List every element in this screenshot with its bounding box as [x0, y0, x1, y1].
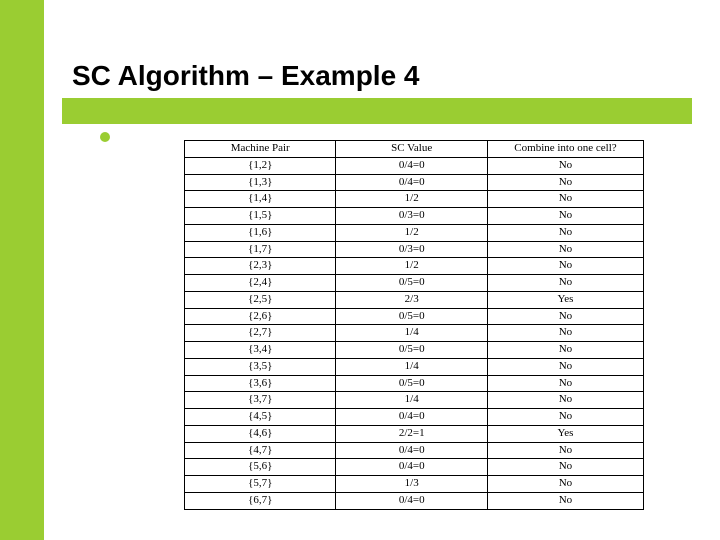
sc-table: Machine Pair SC Value Combine into one c…	[184, 140, 644, 510]
header-combine: Combine into one cell?	[487, 141, 643, 158]
cell-pair: {1,6}	[185, 224, 336, 241]
cell-combine: No	[487, 459, 643, 476]
table-header-row: Machine Pair SC Value Combine into one c…	[185, 141, 644, 158]
cell-scv: 0/3=0	[336, 208, 487, 225]
cell-pair: {1,4}	[185, 191, 336, 208]
cell-pair: {2,6}	[185, 308, 336, 325]
table-row: {3,6}0/5=0No	[185, 375, 644, 392]
cell-pair: {2,7}	[185, 325, 336, 342]
cell-combine: No	[487, 258, 643, 275]
table-row: {3,7}1/4No	[185, 392, 644, 409]
cell-combine: No	[487, 492, 643, 509]
sc-table-container: Machine Pair SC Value Combine into one c…	[184, 140, 644, 510]
table-row: {3,5}1/4No	[185, 358, 644, 375]
cell-pair: {2,5}	[185, 291, 336, 308]
cell-scv: 1/2	[336, 224, 487, 241]
header-sc-value: SC Value	[336, 141, 487, 158]
cell-scv: 1/2	[336, 191, 487, 208]
cell-pair: {3,6}	[185, 375, 336, 392]
cell-combine: No	[487, 241, 643, 258]
cell-scv: 0/4=0	[336, 442, 487, 459]
cell-scv: 1/3	[336, 476, 487, 493]
cell-combine: No	[487, 325, 643, 342]
cell-combine: No	[487, 442, 643, 459]
cell-pair: {1,2}	[185, 157, 336, 174]
cell-combine: No	[487, 208, 643, 225]
title-underline-bar	[62, 98, 692, 124]
cell-scv: 1/4	[336, 392, 487, 409]
cell-scv: 0/5=0	[336, 375, 487, 392]
slide-sidebar-accent	[0, 0, 44, 540]
cell-pair: {2,4}	[185, 275, 336, 292]
cell-scv: 0/3=0	[336, 241, 487, 258]
cell-combine: No	[487, 157, 643, 174]
table-row: {2,5}2/3Yes	[185, 291, 644, 308]
table-row: {2,7}1/4No	[185, 325, 644, 342]
cell-scv: 1/4	[336, 325, 487, 342]
table-row: {4,7}0/4=0No	[185, 442, 644, 459]
cell-scv: 2/3	[336, 291, 487, 308]
table-row: {1,6}1/2No	[185, 224, 644, 241]
bullet-dot-icon	[100, 132, 110, 142]
cell-pair: {4,7}	[185, 442, 336, 459]
cell-combine: No	[487, 191, 643, 208]
cell-scv: 0/4=0	[336, 459, 487, 476]
cell-scv: 1/4	[336, 358, 487, 375]
table-row: {2,3}1/2No	[185, 258, 644, 275]
table-row: {1,2}0/4=0No	[185, 157, 644, 174]
slide-title: SC Algorithm – Example 4	[62, 60, 420, 92]
table-row: {5,7}1/3No	[185, 476, 644, 493]
cell-scv: 1/2	[336, 258, 487, 275]
cell-scv: 2/2=1	[336, 425, 487, 442]
cell-pair: {5,7}	[185, 476, 336, 493]
cell-pair: {1,7}	[185, 241, 336, 258]
cell-combine: No	[487, 174, 643, 191]
cell-scv: 0/5=0	[336, 308, 487, 325]
table-row: {2,6}0/5=0No	[185, 308, 644, 325]
cell-combine: No	[487, 358, 643, 375]
cell-combine: No	[487, 476, 643, 493]
cell-combine: No	[487, 392, 643, 409]
cell-combine: No	[487, 224, 643, 241]
cell-combine: No	[487, 275, 643, 292]
cell-combine: No	[487, 409, 643, 426]
cell-pair: {4,6}	[185, 425, 336, 442]
cell-scv: 0/4=0	[336, 409, 487, 426]
table-row: {4,5}0/4=0No	[185, 409, 644, 426]
cell-combine: No	[487, 375, 643, 392]
cell-pair: {3,7}	[185, 392, 336, 409]
cell-pair: {3,5}	[185, 358, 336, 375]
slide-content: SC Algorithm – Example 4 Machine Pair SC…	[44, 0, 720, 540]
cell-pair: {3,4}	[185, 342, 336, 359]
table-row: {2,4}0/5=0No	[185, 275, 644, 292]
table-row: {6,7}0/4=0No	[185, 492, 644, 509]
cell-scv: 0/5=0	[336, 275, 487, 292]
cell-combine: Yes	[487, 291, 643, 308]
cell-combine: No	[487, 308, 643, 325]
cell-scv: 0/4=0	[336, 492, 487, 509]
cell-scv: 0/4=0	[336, 174, 487, 191]
cell-combine: Yes	[487, 425, 643, 442]
cell-combine: No	[487, 342, 643, 359]
cell-pair: {5,6}	[185, 459, 336, 476]
header-machine-pair: Machine Pair	[185, 141, 336, 158]
cell-pair: {2,3}	[185, 258, 336, 275]
cell-pair: {4,5}	[185, 409, 336, 426]
table-row: {3,4}0/5=0No	[185, 342, 644, 359]
cell-scv: 0/5=0	[336, 342, 487, 359]
table-row: {4,6}2/2=1Yes	[185, 425, 644, 442]
table-row: {1,3}0/4=0No	[185, 174, 644, 191]
cell-pair: {1,5}	[185, 208, 336, 225]
table-row: {1,4}1/2No	[185, 191, 644, 208]
table-row: {1,7}0/3=0No	[185, 241, 644, 258]
table-row: {5,6}0/4=0No	[185, 459, 644, 476]
cell-scv: 0/4=0	[336, 157, 487, 174]
cell-pair: {1,3}	[185, 174, 336, 191]
table-row: {1,5}0/3=0No	[185, 208, 644, 225]
cell-pair: {6,7}	[185, 492, 336, 509]
